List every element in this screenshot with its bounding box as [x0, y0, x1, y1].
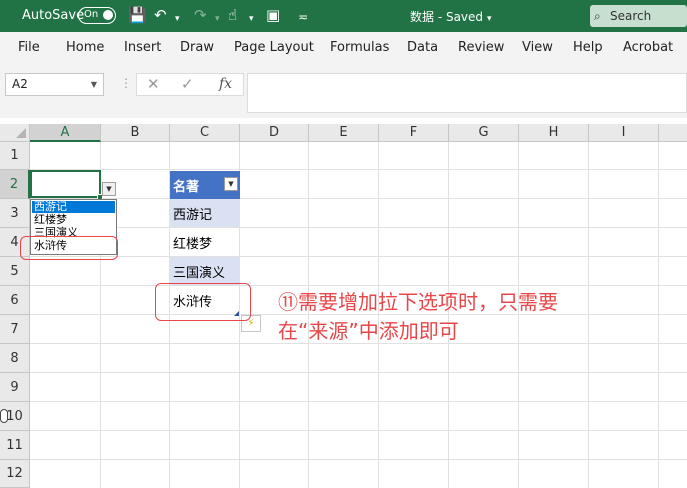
redo-icon: ↷	[194, 6, 207, 24]
gridline	[30, 430, 687, 431]
column-header-b[interactable]: B	[101, 124, 170, 142]
enter-icon: ✓	[181, 75, 194, 93]
gridline	[30, 256, 687, 257]
list-item[interactable]: 西游记	[32, 201, 115, 213]
redo-dropdown-icon: ▾	[215, 14, 220, 24]
customize-toolbar-icon[interactable]: ≂	[298, 9, 308, 26]
table-header-cell[interactable]: 名著 ▼	[170, 171, 240, 199]
tab-insert[interactable]: Insert	[124, 40, 161, 55]
gridline	[658, 142, 659, 488]
worksheet-grid[interactable]: A B C D E F G H I 1 2 3 4 5 6 7 8 9 10 1…	[0, 118, 687, 488]
save-icon[interactable]: 💾	[128, 7, 147, 24]
tab-data[interactable]: Data	[407, 40, 438, 55]
column-header-d[interactable]: D	[240, 124, 309, 142]
form-icon[interactable]: ▣	[266, 7, 280, 24]
column-header-j[interactable]	[659, 124, 687, 142]
more-icon: ⋮	[120, 76, 132, 90]
tab-home[interactable]: Home	[66, 40, 104, 55]
column-header-c[interactable]: C	[170, 124, 240, 142]
toggle-knob	[103, 10, 113, 20]
column-header-h[interactable]: H	[519, 124, 589, 142]
gridline	[30, 169, 687, 170]
table-row[interactable]: 三国演义	[170, 257, 240, 285]
active-cell-a2[interactable]	[30, 170, 103, 200]
tab-view[interactable]: View	[522, 40, 553, 55]
search-placeholder: Search	[610, 9, 652, 23]
row-header-2[interactable]: 2	[0, 170, 30, 199]
list-item[interactable]: 红楼梦	[32, 214, 115, 226]
table-row[interactable]: 西游记	[170, 199, 240, 227]
autosave-toggle[interactable]: On	[78, 7, 116, 24]
autosave-label: AutoSave	[22, 8, 85, 23]
touch-mode-icon[interactable]: ☝	[228, 7, 237, 24]
gridline	[30, 372, 687, 373]
select-all-button[interactable]	[0, 124, 30, 142]
table-header-text: 名著	[173, 179, 200, 195]
callout-box-dropdown-item	[20, 236, 118, 260]
insert-function-icon[interactable]: fx	[219, 76, 232, 92]
undo-dropdown-icon[interactable]: ▾	[175, 11, 180, 28]
row-header-9[interactable]: 9	[0, 373, 30, 402]
title-bar: AutoSave On 💾 ↶ ▾ ↷ ▾ ☝ ▾ ▣ ≂ 数据 - Saved…	[0, 0, 687, 32]
search-box[interactable]: ⌕ Search	[590, 5, 687, 27]
column-header-i[interactable]: I	[589, 124, 659, 142]
document-title[interactable]: 数据 - Saved ▾	[410, 8, 492, 25]
tab-formulas[interactable]: Formulas	[330, 40, 389, 55]
tab-page-layout[interactable]: Page Layout	[234, 40, 314, 55]
filter-dropdown-button[interactable]: ▼	[224, 177, 238, 191]
chevron-down-icon: ▼	[90, 80, 97, 89]
tab-draw[interactable]: Draw	[180, 40, 214, 55]
document-title-text: 数据 - Saved	[410, 10, 484, 24]
callout-box-table-cell	[155, 283, 251, 321]
column-header-a[interactable]: A	[30, 124, 101, 142]
row-header-7[interactable]: 7	[0, 315, 30, 344]
search-icon: ⌕	[594, 9, 601, 23]
row-header-3[interactable]: 3	[0, 199, 30, 228]
chevron-down-icon: ▾	[487, 14, 492, 24]
row-header-11[interactable]: 11	[0, 431, 30, 460]
tab-acrobat[interactable]: Acrobat	[623, 40, 673, 55]
formula-input[interactable]	[247, 73, 687, 113]
ribbon-tabs: File Home Insert Draw Page Layout Formul…	[0, 32, 687, 62]
gridline	[30, 227, 687, 228]
row-header-8[interactable]: 8	[0, 344, 30, 373]
column-header-e[interactable]: E	[309, 124, 379, 142]
touch-dropdown-icon[interactable]: ▾	[249, 11, 254, 28]
row-header-5[interactable]: 5	[0, 257, 30, 286]
cancel-icon: ✕	[147, 75, 160, 93]
autosave-state: On	[84, 9, 99, 20]
name-box[interactable]: A2 ▼	[5, 73, 104, 96]
tab-help[interactable]: Help	[573, 40, 603, 55]
column-header-f[interactable]: F	[379, 124, 449, 142]
undo-icon[interactable]: ↶	[154, 7, 167, 24]
gridline	[30, 285, 687, 286]
tab-file[interactable]: File	[18, 40, 40, 55]
name-box-value: A2	[12, 77, 28, 91]
mouse-pointer-icon	[0, 409, 8, 423]
table-row[interactable]: 红楼梦	[170, 228, 240, 256]
row-header-12[interactable]: 12	[0, 460, 30, 488]
formula-bar: A2 ▼ ⋮ ✕ ✓ fx	[0, 62, 687, 118]
gridline	[30, 459, 687, 460]
row-header-1[interactable]: 1	[0, 142, 30, 170]
formula-buttons: ✕ ✓ fx	[136, 73, 244, 96]
gridline	[30, 198, 687, 199]
validation-dropdown-button[interactable]: ▼	[102, 182, 116, 196]
annotation-text: ⑪需要增加拉下选项时，只需要在“来源”中添加即可	[278, 290, 558, 343]
column-header-g[interactable]: G	[449, 124, 519, 142]
gridline	[30, 401, 687, 402]
tab-review[interactable]: Review	[458, 40, 504, 55]
row-header-6[interactable]: 6	[0, 286, 30, 315]
